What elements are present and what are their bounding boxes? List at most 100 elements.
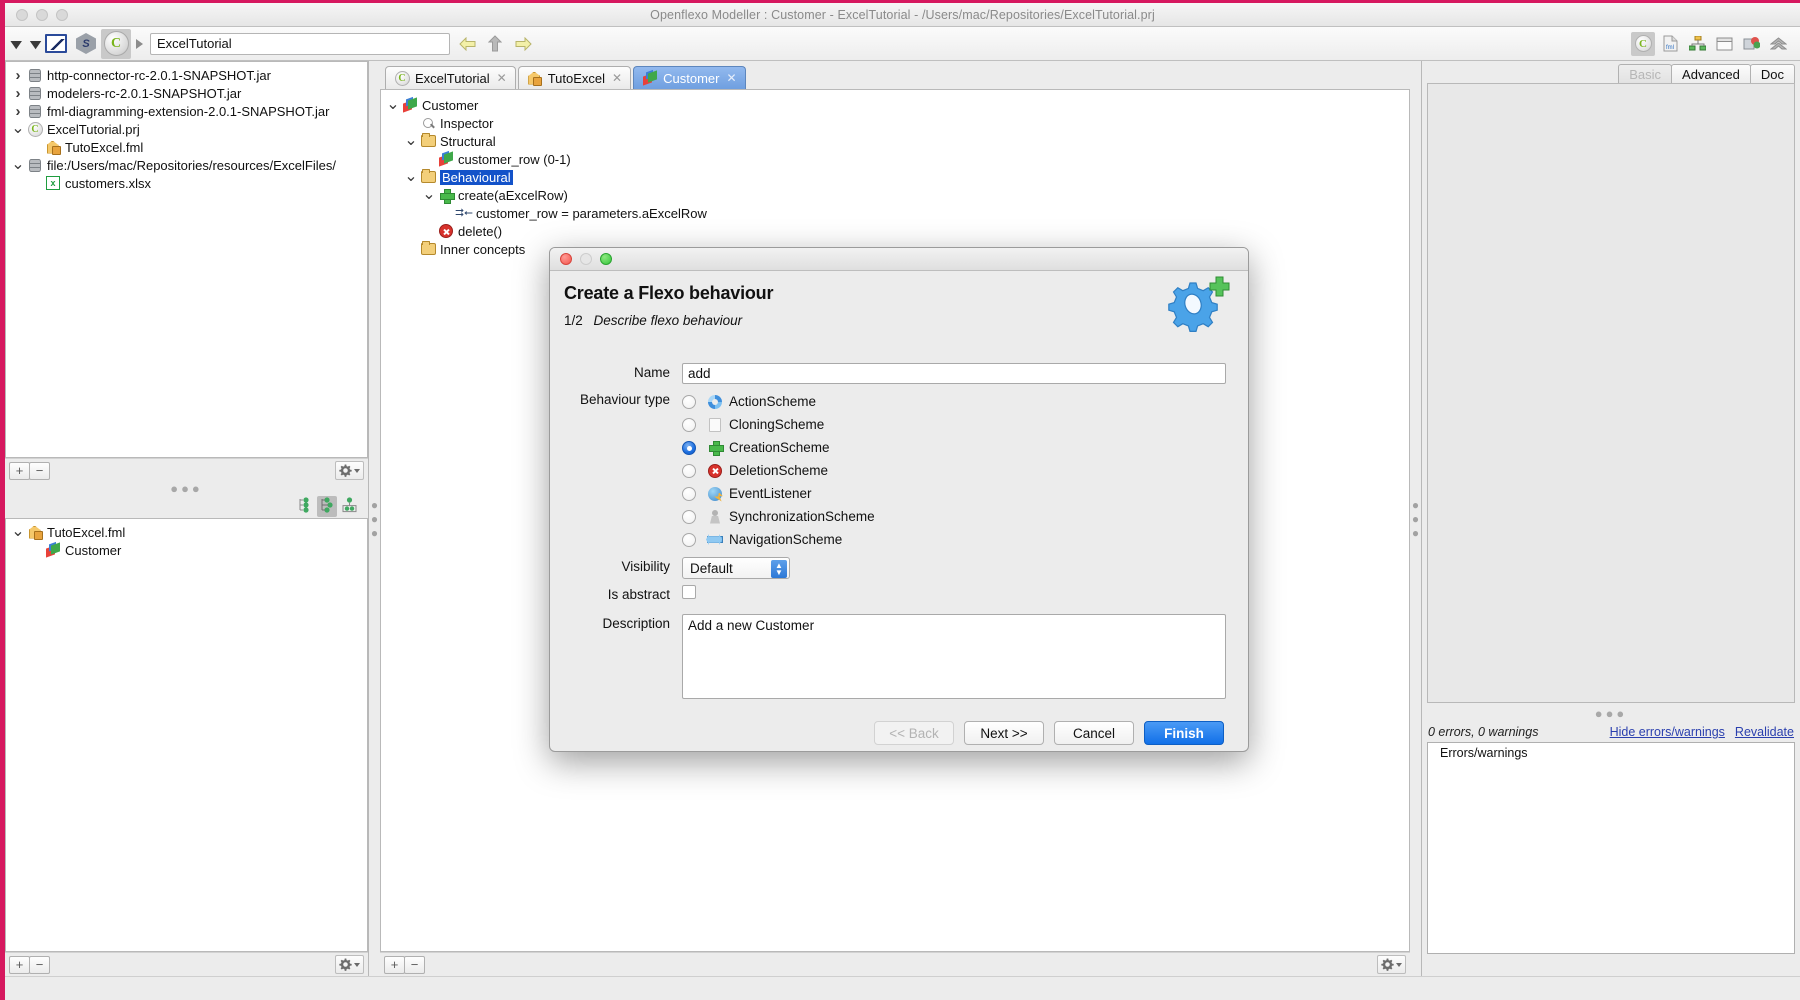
tree-row[interactable]: Inspector [381, 114, 1409, 132]
inspector-tab-doc[interactable]: Doc [1749, 64, 1795, 83]
behaviour-type-option[interactable]: CloningScheme [682, 413, 1226, 436]
dialog-minimize-button[interactable] [580, 253, 592, 265]
close-tab-icon[interactable]: ✕ [497, 71, 507, 85]
tree-row[interactable]: ⌄ create(aExcelRow) [381, 186, 1409, 204]
hide-errors-link[interactable]: Hide errors/warnings [1610, 725, 1725, 739]
tree-view-selected-icon[interactable] [317, 496, 337, 517]
editor-tab-exceltutorial[interactable]: C ExcelTutorial ✕ [385, 66, 516, 89]
fml-settings-button[interactable] [335, 955, 364, 974]
tree-row[interactable]: ⌄ TutoExcel.fml [6, 523, 367, 541]
resources-settings-button[interactable] [335, 461, 364, 480]
cube-icon[interactable]: S [71, 29, 101, 59]
tree-twisty-collapsed-icon[interactable]: › [10, 103, 26, 120]
tree-row[interactable]: ⌄ file:/Users/mac/Repositories/resources/… [6, 156, 367, 174]
tree-twisty-expanded-icon[interactable]: ⌄ [421, 187, 437, 203]
is-abstract-checkbox[interactable] [682, 585, 696, 599]
radio-button[interactable] [682, 532, 696, 547]
resource-icon[interactable] [1739, 32, 1763, 56]
tree-row[interactable]: customer_row (0-1) [381, 150, 1409, 168]
tree-view-icon[interactable] [295, 496, 315, 517]
finish-button[interactable]: Finish [1144, 721, 1224, 745]
back-arrow-icon[interactable] [456, 32, 478, 56]
double-chevron-down-icon[interactable]: ▼▼ [7, 29, 46, 59]
cancel-button[interactable]: Cancel [1054, 721, 1134, 745]
collapse-icon[interactable] [1766, 32, 1790, 56]
add-resource-button[interactable]: + [9, 461, 30, 480]
fml-file-icon[interactable]: fml [1658, 32, 1682, 56]
tree-twisty-collapsed-icon[interactable]: › [10, 85, 26, 102]
radio-button[interactable] [682, 463, 696, 478]
behaviour-type-option[interactable]: ActionScheme [682, 390, 1226, 413]
behaviour-type-option[interactable]: CreationScheme [682, 436, 1226, 459]
resources-tree-panel[interactable]: › http-connector-rc-2.0.1-SNAPSHOT.jar › mo… [5, 61, 368, 458]
diagram-icon[interactable] [1685, 32, 1709, 56]
add-element-button[interactable]: + [384, 955, 405, 974]
tree-twisty-expanded-icon[interactable]: ⌄ [403, 133, 419, 149]
dialog-footer: << Back Next >> Cancel Finish [550, 705, 1248, 751]
close-tab-icon[interactable]: ✕ [726, 71, 736, 85]
inspector-resize-handle[interactable]: ●●● [1422, 707, 1800, 723]
next-button[interactable]: Next >> [964, 721, 1044, 745]
tree-row[interactable]: › fml-diagramming-extension-2.0.1-SNAPSHO… [6, 102, 367, 120]
tree-row[interactable]: x customers.xlsx [6, 174, 367, 192]
editor-tab-tutoexcel[interactable]: TutoExcel ✕ [517, 66, 632, 89]
up-arrow-icon[interactable] [484, 32, 506, 56]
back-button[interactable]: << Back [874, 721, 954, 745]
name-input[interactable]: add [682, 363, 1226, 384]
tree-twisty-collapsed-icon[interactable]: › [10, 67, 26, 84]
tree-twisty-expanded-icon[interactable]: ⌄ [403, 169, 419, 185]
close-tab-icon[interactable]: ✕ [612, 71, 622, 85]
dialog-close-button[interactable] [560, 253, 572, 265]
add-fml-button[interactable]: + [9, 955, 30, 974]
behaviour-type-option[interactable]: SynchronizationScheme [682, 505, 1226, 528]
tree-row[interactable]: ⌄ C ExcelTutorial.prj [6, 120, 367, 138]
tree-row[interactable]: ⌄ Structural [381, 132, 1409, 150]
openflexo-icon[interactable]: C [101, 28, 131, 59]
tree-twisty-expanded-icon[interactable]: ⌄ [10, 524, 26, 540]
radio-button[interactable] [682, 440, 696, 455]
grid-view-icon[interactable] [339, 496, 360, 517]
tree-twisty-expanded-icon[interactable]: ⌄ [10, 121, 26, 137]
editor-settings-button[interactable] [1377, 955, 1406, 974]
right-splitter[interactable]: ●●● [1409, 61, 1423, 976]
remove-element-button[interactable]: − [404, 955, 425, 974]
remove-resource-button[interactable]: − [29, 461, 50, 480]
tree-twisty-expanded-icon[interactable]: ⌄ [385, 97, 401, 113]
tree-row[interactable]: › modelers-rc-2.0.1-SNAPSHOT.jar [6, 84, 367, 102]
radio-button[interactable] [682, 394, 696, 409]
tree-row[interactable]: ⌄ Customer [381, 96, 1409, 114]
inspector-panel[interactable] [1427, 83, 1795, 703]
behaviour-type-option[interactable]: EventListener [682, 482, 1226, 505]
behaviour-type-option[interactable]: DeletionScheme [682, 459, 1226, 482]
revalidate-link[interactable]: Revalidate [1735, 725, 1794, 739]
left-splitter[interactable]: ●●● [368, 61, 382, 976]
window-icon[interactable] [1712, 32, 1736, 56]
project-icon[interactable]: C [1631, 31, 1655, 56]
pencil-icon[interactable] [41, 29, 71, 59]
errors-list[interactable]: Errors/warnings [1427, 742, 1795, 954]
tree-row[interactable]: Customer [6, 541, 367, 559]
visibility-select[interactable]: Default ▲ ▼ [682, 557, 790, 579]
inspector-tab-advanced[interactable]: Advanced [1671, 64, 1751, 83]
tree-row[interactable]: ⌄ Behavioural [381, 168, 1409, 186]
tree-row[interactable]: TutoExcel.fml [6, 138, 367, 156]
tree-twisty-expanded-icon[interactable]: ⌄ [10, 157, 26, 173]
inspector-tab-basic[interactable]: Basic [1618, 64, 1673, 83]
radio-button[interactable] [682, 509, 696, 524]
remove-fml-button[interactable]: − [29, 955, 50, 974]
tree-row[interactable]: › http-connector-rc-2.0.1-SNAPSHOT.jar [6, 66, 367, 84]
virtual-model-icon [437, 152, 455, 166]
behaviour-type-option[interactable]: NavigationScheme [682, 528, 1226, 551]
behaviour-type-radio-group: ActionScheme CloningScheme CreationScheme D… [682, 390, 1226, 551]
radio-button[interactable] [682, 486, 696, 501]
forward-arrow-icon[interactable] [512, 32, 534, 56]
tree-row[interactable]: delete() [381, 222, 1409, 240]
description-textarea[interactable]: Add a new Customer [682, 614, 1226, 699]
editor-tab-customer[interactable]: Customer ✕ [633, 66, 746, 89]
radio-button[interactable] [682, 417, 696, 432]
path-input[interactable]: ExcelTutorial [150, 32, 450, 55]
tree-row[interactable]: ⮆⭠ customer_row = parameters.aExcelRow [381, 204, 1409, 222]
dialog-zoom-button[interactable] [600, 253, 612, 265]
fml-tree-panel[interactable]: ⌄ TutoExcel.fml Customer [5, 518, 368, 952]
dialog-step-description: Describe flexo behaviour [593, 313, 743, 328]
